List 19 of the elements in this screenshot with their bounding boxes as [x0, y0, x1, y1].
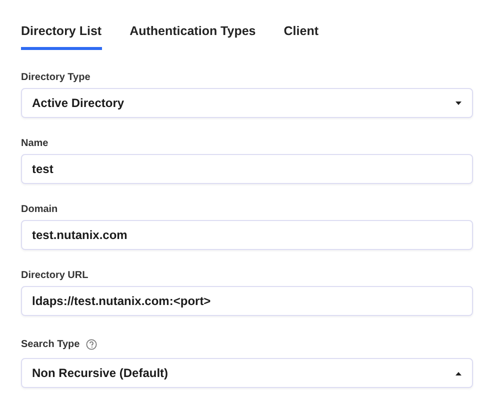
input-field[interactable]: test	[21, 154, 473, 184]
tab[interactable]: Authentication Types	[130, 24, 256, 50]
field-label: Directory URL	[21, 270, 88, 280]
input-field[interactable]: ldaps://test.nutanix.com:<port>	[21, 286, 473, 316]
dropdown-value: Active Directory	[32, 96, 124, 110]
dropdown[interactable]: Non Recursive (Default)	[21, 358, 473, 388]
dropdown-value: Non Recursive (Default)	[32, 366, 168, 380]
tab[interactable]: Directory List	[21, 24, 102, 50]
tab[interactable]: Client	[284, 24, 318, 50]
field-label: Domain	[21, 204, 58, 214]
field-label: Search Type	[21, 338, 80, 350]
input-value: test.nutanix.com	[32, 228, 128, 242]
dropdown[interactable]: Active Directory	[21, 88, 473, 118]
input-value: test	[32, 162, 54, 176]
help-icon[interactable]	[86, 338, 97, 350]
field-label: Name	[21, 138, 48, 148]
field-label: Directory Type	[21, 72, 90, 82]
input-field[interactable]: test.nutanix.com	[21, 220, 473, 250]
input-value: ldaps://test.nutanix.com:<port>	[32, 294, 211, 308]
